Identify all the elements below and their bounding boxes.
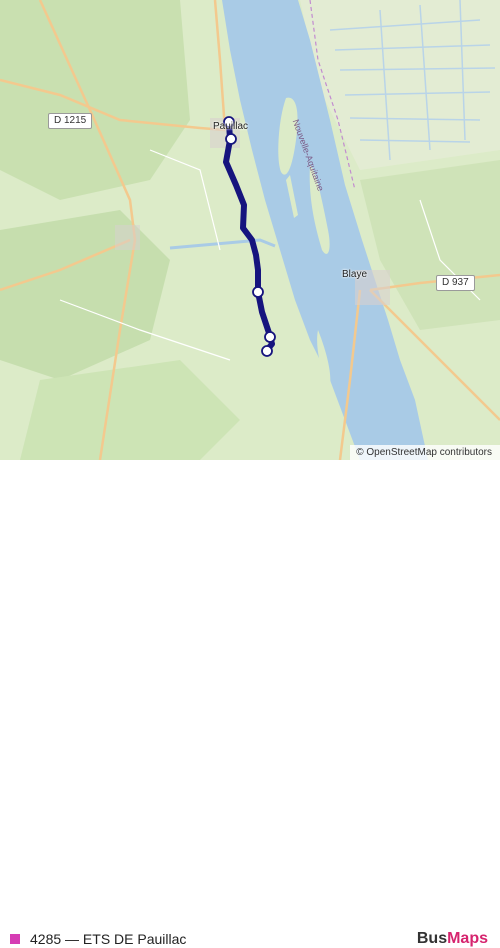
legend-swatch <box>10 934 20 944</box>
brand-logo[interactable]: BusMaps <box>417 930 488 948</box>
map-canvas <box>0 0 500 460</box>
brand-part-maps: Maps <box>447 930 488 947</box>
road-label-d1215: D 1215 <box>48 113 93 129</box>
place-label-blaye: Blaye <box>342 269 368 280</box>
bus-stop[interactable] <box>264 331 276 343</box>
map-attribution[interactable]: © OpenStreetMap contributors <box>350 445 500 460</box>
legend-label: 4285 — ETS DE Pauillac <box>30 931 187 947</box>
road-label-d937: D 937 <box>436 275 475 291</box>
brand-part-bus: Bus <box>416 930 448 947</box>
place-label-pauillac: Pauillac <box>213 121 249 132</box>
bus-stop[interactable] <box>225 133 237 145</box>
bus-stop[interactable] <box>252 286 264 298</box>
town-area <box>115 225 140 250</box>
map-footer: 4285 — ETS DE Pauillac BusMaps <box>0 460 500 947</box>
map-view[interactable]: D 1215 D 937 Pauillac Blaye Nouvelle-Aqu… <box>0 0 500 460</box>
bus-stop[interactable] <box>261 345 273 357</box>
